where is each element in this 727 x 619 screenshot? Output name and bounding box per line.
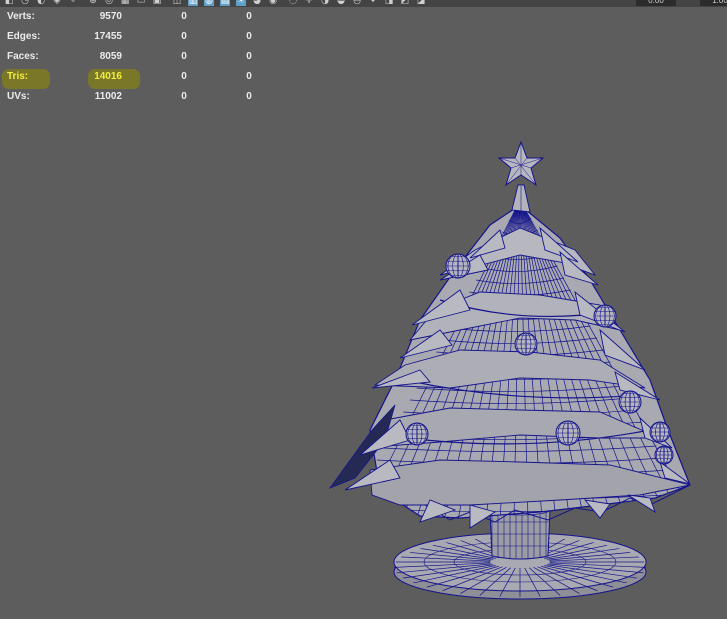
tree-star-topper — [497, 140, 545, 187]
3d-viewport[interactable] — [0, 0, 727, 619]
tree-top — [511, 184, 531, 213]
ornament-ball — [445, 253, 471, 279]
ornament-ball — [618, 390, 642, 414]
ornament-ball — [405, 422, 429, 446]
ornament-ball — [555, 420, 581, 446]
ornament-ball — [649, 421, 671, 443]
ornament-ball — [514, 332, 538, 356]
christmas-tree-wireframe-mesh[interactable] — [0, 0, 727, 619]
ornament-ball — [593, 304, 617, 328]
ornament-ball — [654, 445, 674, 465]
